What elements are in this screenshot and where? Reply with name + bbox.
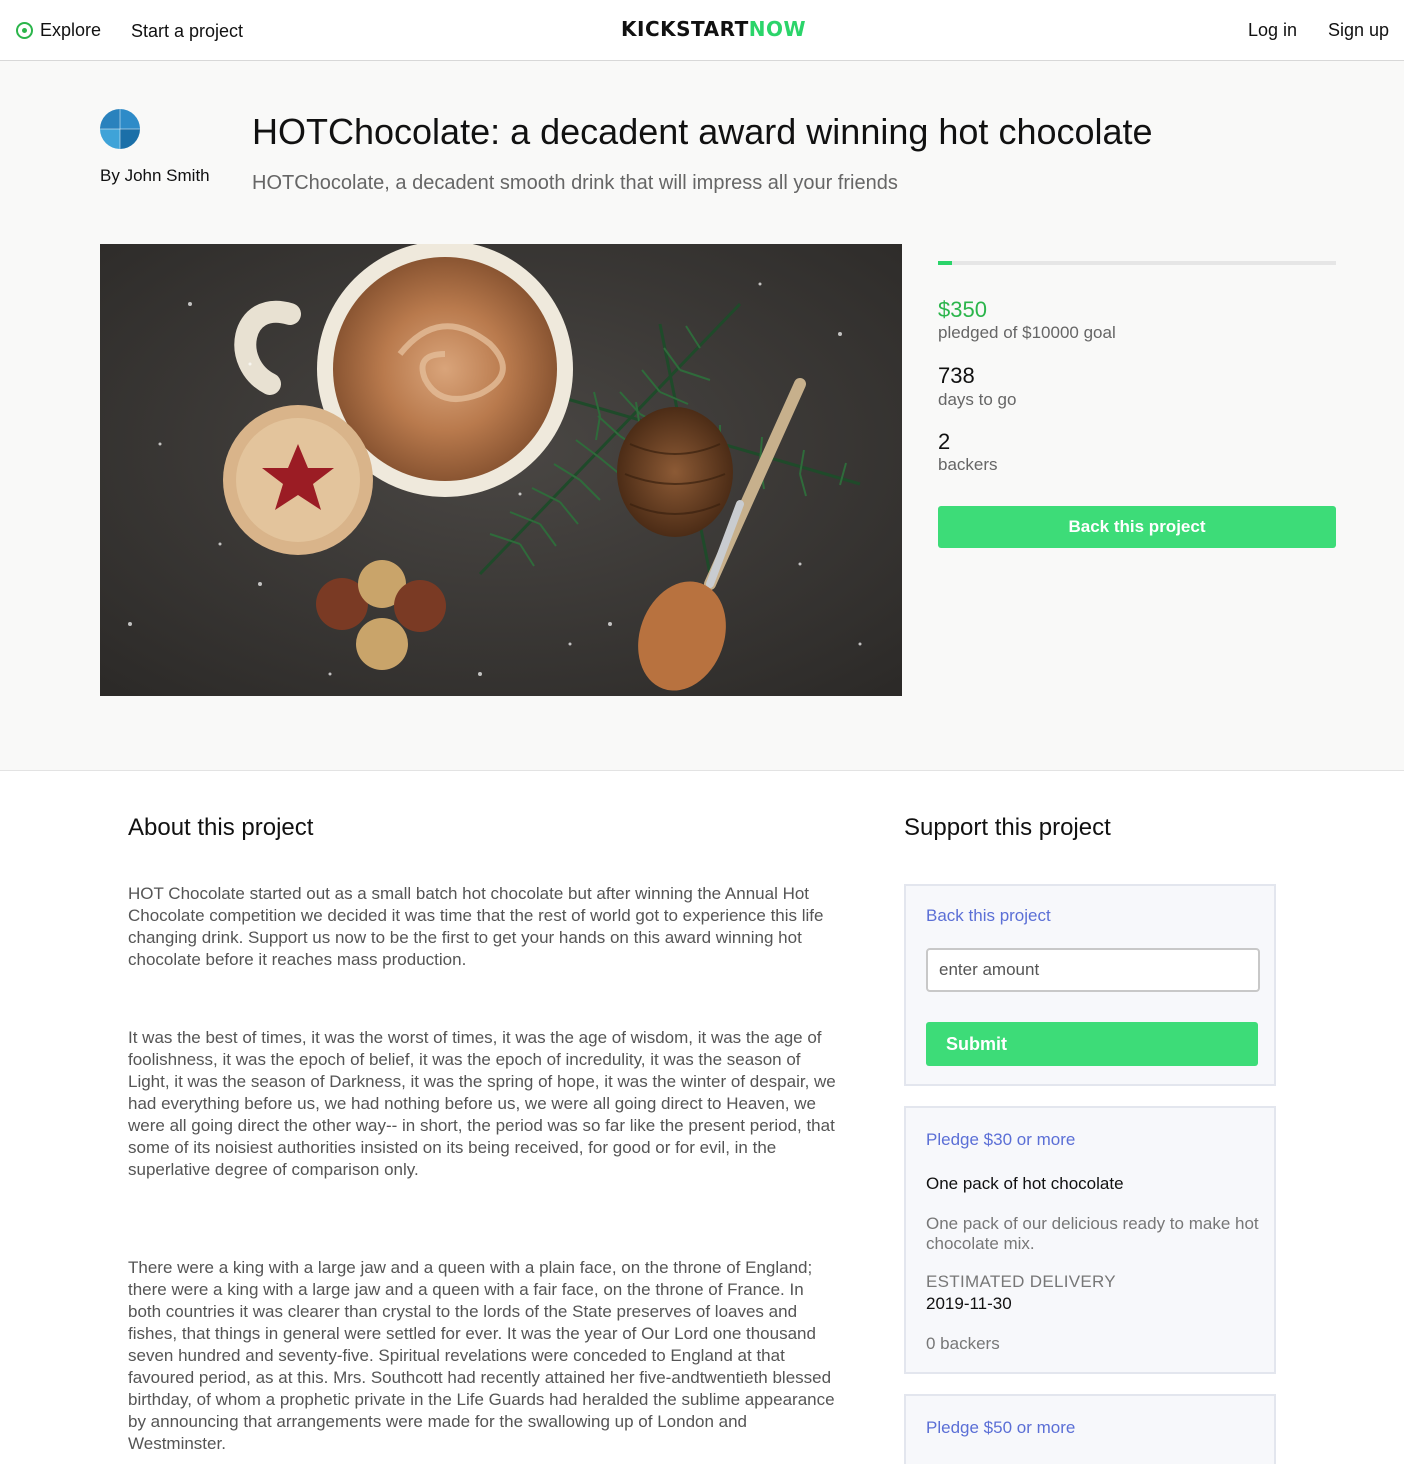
pledged-label: pledged of $10000 goal [938,323,1116,342]
submit-button[interactable]: Submit [926,1022,1258,1066]
estimated-delivery-label: ESTIMATED DELIVERY [926,1272,1116,1291]
creator-name[interactable]: John Smith [125,166,210,185]
support-heading: Support this project [904,814,1111,841]
byline-prefix: By [100,166,120,185]
start-project-link[interactable]: Start a project [131,21,243,42]
login-link[interactable]: Log in [1248,20,1297,41]
back-project-link[interactable]: Back this project [926,906,1051,926]
top-navbar: Explore Start a project KICKSTARTNOW Log… [0,0,1404,61]
back-project-button[interactable]: Back this project [938,506,1336,548]
compass-icon [16,22,33,39]
days-to-go-value: 738 [938,363,975,388]
about-paragraph-3: There were a king with a large jaw and a… [128,1258,835,1453]
backers-count: 2 [938,429,951,454]
about-paragraph-2: It was the best of times, it was the wor… [128,1028,836,1179]
reward-card[interactable]: Pledge $30 or more One pack of hot choco… [904,1106,1276,1374]
about-heading: About this project [128,814,314,841]
funding-progress-fill [938,261,952,265]
project-subtitle: HOTChocolate, a decadent smooth drink th… [252,172,898,194]
project-title: HOTChocolate: a decadent award winning h… [252,111,1153,152]
reward-card[interactable]: Pledge $50 or more [904,1394,1276,1464]
reward-title: One pack of hot chocolate [926,1174,1124,1193]
backers-label: backers [938,455,998,474]
pledged-amount: $350 [938,297,987,322]
creator-byline: By John Smith [100,166,210,186]
about-paragraph-1: HOT Chocolate started out as a small bat… [128,884,824,969]
back-project-card: Back this project Submit [904,884,1276,1086]
signup-link[interactable]: Sign up [1328,20,1389,41]
explore-label: Explore [40,20,102,40]
hot-chocolate-photo [100,244,902,696]
logo-kickstart: KICKSTART [621,17,749,41]
creator-avatar[interactable] [100,109,140,149]
reward-backers: 0 backers [926,1334,1000,1353]
estimated-delivery-date: 2019-11-30 [926,1294,1012,1313]
site-logo[interactable]: KICKSTARTNOW [621,17,806,41]
project-hero: By John Smith HOTChocolate: a decadent a… [0,61,1404,771]
explore-link[interactable]: Explore [16,20,101,41]
reward-description: One pack of our delicious ready to make … [926,1214,1259,1253]
days-to-go-label: days to go [938,390,1017,409]
funding-progress-bar [938,261,1336,265]
project-image [100,244,902,696]
logo-now: NOW [748,17,807,41]
reward-pledge-link[interactable]: Pledge $30 or more [926,1130,1075,1150]
amount-input[interactable] [926,948,1260,992]
reward-pledge-link[interactable]: Pledge $50 or more [926,1418,1075,1438]
